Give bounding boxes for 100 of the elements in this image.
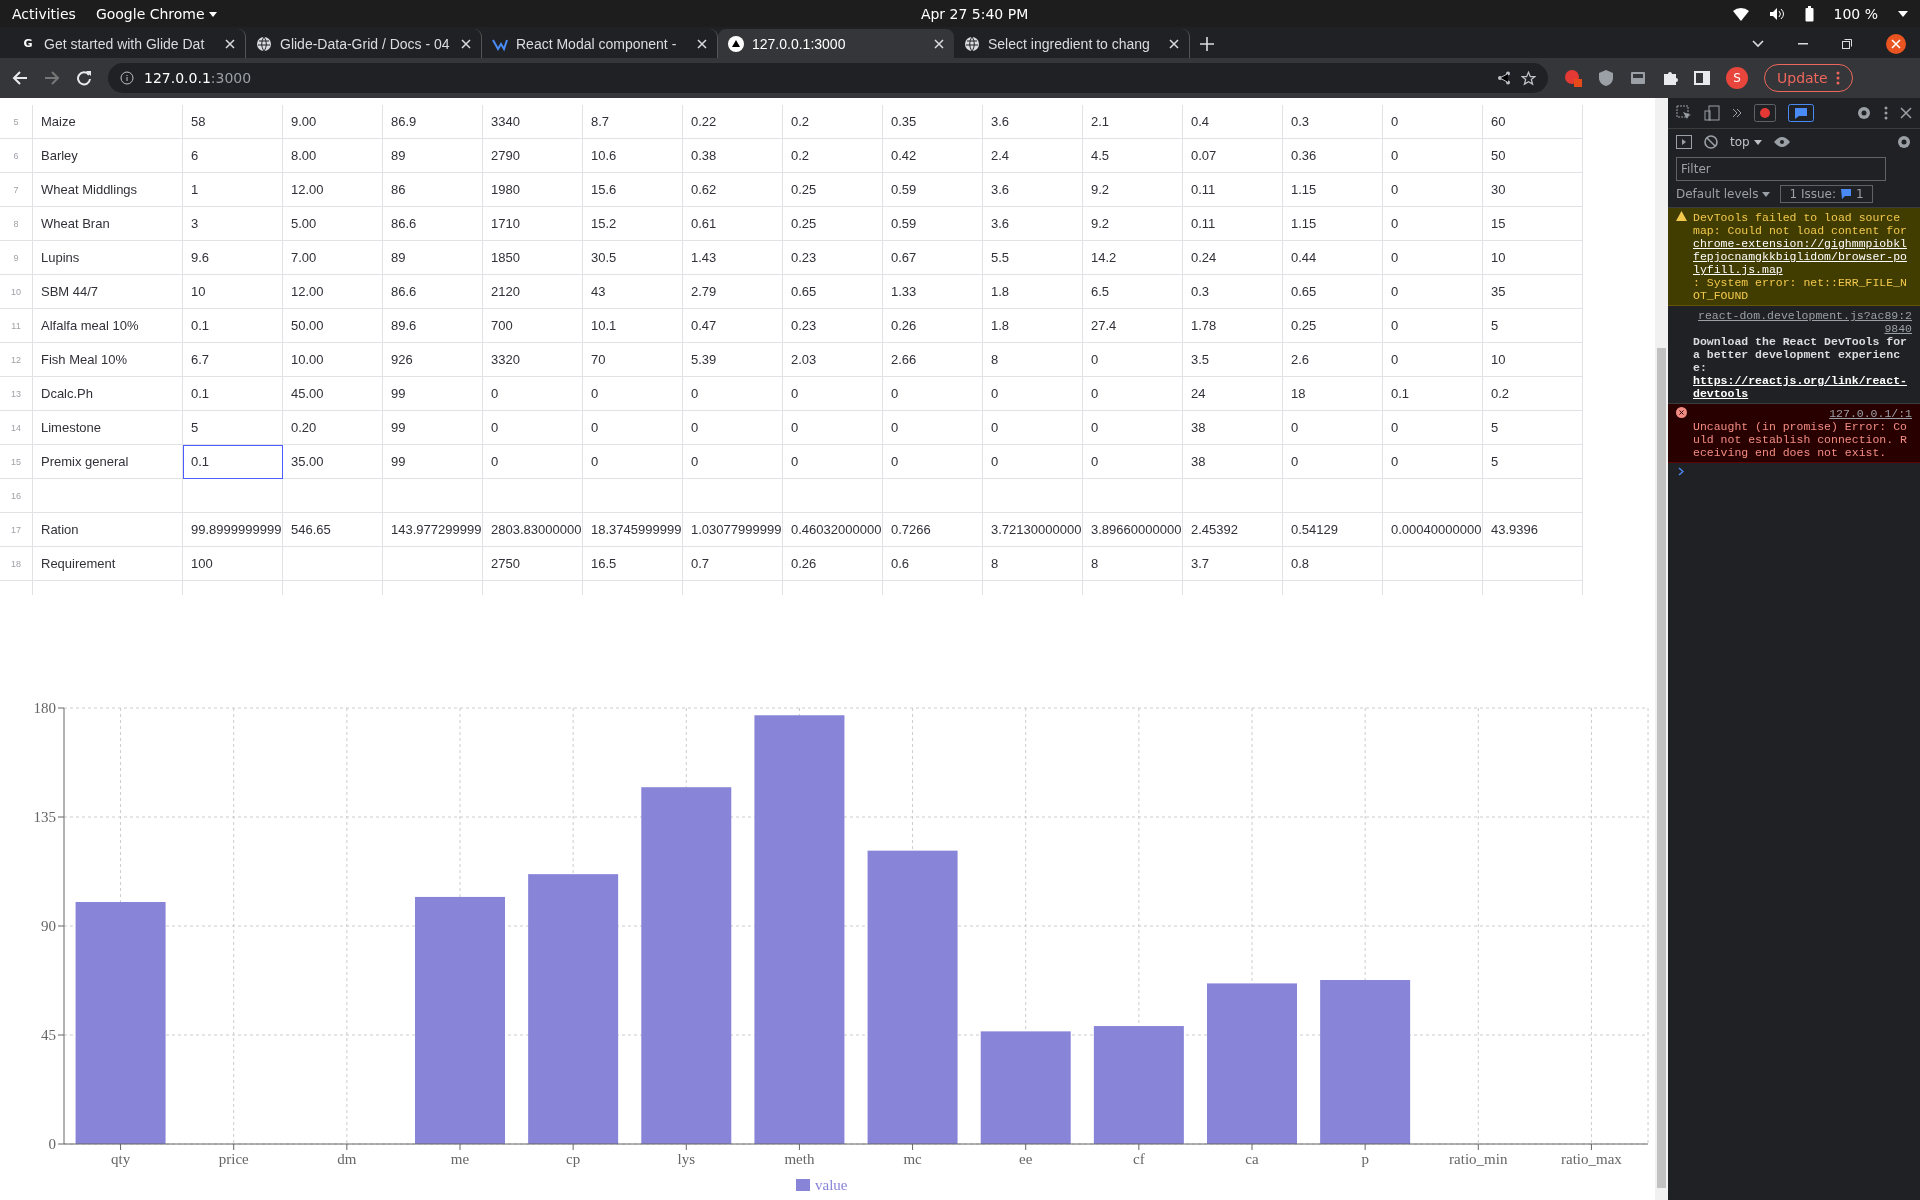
table-cell[interactable] (383, 547, 483, 581)
clear-icon[interactable] (1704, 135, 1718, 149)
table-cell[interactable]: 0.67 (883, 241, 983, 275)
table-cell[interactable]: 1.15 (1283, 173, 1383, 207)
table-cell[interactable] (1383, 547, 1483, 581)
table-cell[interactable]: 0 (683, 377, 783, 411)
table-cell[interactable] (1083, 479, 1183, 513)
table-cell[interactable]: 0 (983, 377, 1083, 411)
table-cell[interactable]: 0 (1083, 343, 1183, 377)
table-cell[interactable]: 3.7 (1183, 547, 1283, 581)
table-cell[interactable]: 0.65 (783, 275, 883, 309)
table-cell[interactable] (683, 479, 783, 513)
table-cell[interactable]: 0 (1083, 445, 1183, 479)
clock[interactable]: Apr 27 5:40 PM (920, 5, 1029, 22)
table-cell[interactable]: 3.89660000000 (1083, 513, 1183, 547)
table-cell[interactable]: 0 (1083, 377, 1183, 411)
wifi-icon[interactable] (1732, 6, 1749, 21)
puzzle-icon[interactable] (1662, 70, 1678, 86)
table-cell[interactable]: 2.1 (1083, 105, 1183, 139)
table-cell[interactable]: 89 (383, 139, 483, 173)
table-cell[interactable]: 2.6 (1283, 343, 1383, 377)
table-cell[interactable]: 0.2 (1483, 377, 1583, 411)
table-cell[interactable]: 1.78 (1183, 309, 1283, 343)
address-field[interactable]: 127.0.0.1:3000 (108, 63, 1548, 93)
table-cell[interactable]: 0.1 (183, 377, 283, 411)
table-cell[interactable]: 0.61 (683, 207, 783, 241)
table-cell[interactable]: 5 (1483, 445, 1583, 479)
table-cell[interactable]: 6.7 (183, 343, 283, 377)
table-cell[interactable]: 0.46032000000 (783, 513, 883, 547)
table-cell[interactable]: 0 (783, 445, 883, 479)
table-cell[interactable]: 38 (1183, 411, 1283, 445)
table-cell[interactable]: 9.6 (183, 241, 283, 275)
table-cell[interactable]: 0.2 (783, 139, 883, 173)
table-cell[interactable]: 0.7266 (883, 513, 983, 547)
table-cell[interactable]: 35.00 (283, 445, 383, 479)
context-selector[interactable]: top (1730, 135, 1762, 149)
message-link[interactable]: https://reactjs.org/link/react-devtools (1693, 374, 1912, 400)
table-cell[interactable]: Ration (33, 513, 183, 547)
table-cell[interactable]: 43 (583, 275, 683, 309)
table-cell[interactable]: 0 (983, 411, 1083, 445)
table-cell[interactable] (283, 547, 383, 581)
table-cell[interactable]: 86.6 (383, 275, 483, 309)
table-cell[interactable]: 0 (583, 377, 683, 411)
table-cell[interactable]: 4.5 (1083, 139, 1183, 173)
table-cell[interactable]: 30.5 (583, 241, 683, 275)
table-cell[interactable]: 8 (983, 547, 1083, 581)
settings-icon[interactable] (1896, 134, 1912, 150)
table-cell[interactable]: 1850 (483, 241, 583, 275)
table-cell[interactable]: 1980 (483, 173, 583, 207)
chevron-down-icon[interactable] (1752, 39, 1764, 48)
table-cell[interactable]: 0 (1383, 105, 1483, 139)
table-cell[interactable]: 0.25 (783, 207, 883, 241)
device-icon[interactable] (1704, 105, 1720, 121)
table-cell[interactable]: 0.36 (1283, 139, 1383, 173)
table-cell[interactable]: 0 (1083, 411, 1183, 445)
speaker-icon[interactable] (1768, 6, 1785, 21)
table-cell[interactable]: 9.2 (1083, 173, 1183, 207)
table-cell[interactable]: 12.00 (283, 275, 383, 309)
table-cell[interactable]: 0.35 (883, 105, 983, 139)
table-cell[interactable]: 43.9396 (1483, 513, 1583, 547)
table-cell[interactable] (483, 479, 583, 513)
table-cell[interactable]: 0.3 (1283, 105, 1383, 139)
table-cell[interactable]: Premix general (33, 445, 183, 479)
table-cell[interactable]: 12.00 (283, 173, 383, 207)
table-cell[interactable]: 0 (1383, 241, 1483, 275)
table-cell[interactable]: 8 (1083, 547, 1183, 581)
table-cell[interactable]: 0 (1383, 411, 1483, 445)
table-cell[interactable]: Fish Meal 10% (33, 343, 183, 377)
table-cell[interactable]: 0.6 (883, 547, 983, 581)
table-cell[interactable]: 86 (383, 173, 483, 207)
table-cell[interactable]: 1710 (483, 207, 583, 241)
table-cell[interactable]: 2750 (483, 547, 583, 581)
table-cell[interactable] (33, 479, 183, 513)
message-count-icon[interactable] (1788, 104, 1814, 122)
table-cell[interactable]: 86.9 (383, 105, 483, 139)
share-icon[interactable] (1497, 71, 1511, 85)
issues-button[interactable]: 1 Issue: 1 (1780, 185, 1873, 203)
levels-dropdown[interactable]: Default levels (1676, 187, 1771, 201)
table-cell[interactable]: 926 (383, 343, 483, 377)
table-cell[interactable] (583, 479, 683, 513)
table-cell[interactable]: 0.1 (183, 445, 283, 479)
table-cell[interactable]: Requirement (33, 547, 183, 581)
table-cell[interactable]: 86.6 (383, 207, 483, 241)
table-cell[interactable]: 1.8 (983, 309, 1083, 343)
table-cell[interactable]: 27.4 (1083, 309, 1183, 343)
table-cell[interactable]: 50.00 (283, 309, 383, 343)
table-cell[interactable]: 0.2 (783, 105, 883, 139)
table-cell[interactable]: 0.26 (783, 547, 883, 581)
table-cell[interactable]: 0 (1283, 411, 1383, 445)
scrollbar-thumb[interactable] (1657, 348, 1666, 1188)
activities-button[interactable]: Activities (12, 5, 76, 22)
close-icon[interactable] (1886, 33, 1906, 54)
table-cell[interactable]: 0.7 (683, 547, 783, 581)
table-cell[interactable]: 9.00 (283, 105, 383, 139)
table-cell[interactable]: 10.1 (583, 309, 683, 343)
restore-icon[interactable] (1842, 38, 1852, 49)
table-cell[interactable]: 0 (983, 445, 1083, 479)
table-cell[interactable]: 2.66 (883, 343, 983, 377)
table-cell[interactable]: 14.2 (1083, 241, 1183, 275)
table-cell[interactable]: 0.24 (1183, 241, 1283, 275)
